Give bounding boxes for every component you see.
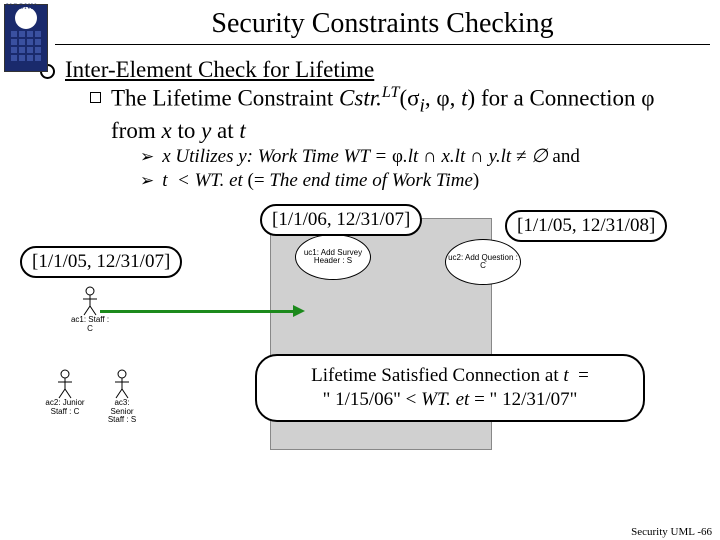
uconn-logo — [4, 4, 48, 72]
slide-footer: Security UML -66 — [631, 526, 712, 538]
sub-point-2b: t < WT. et (= The end time of Work Time) — [162, 169, 479, 193]
lifetime-pill-mid: [1/1/06, 12/31/07] — [260, 204, 422, 236]
bullet-square-icon — [90, 92, 101, 103]
sub-point-1: The Lifetime Constraint Cstr.LT(σi, φ, t… — [111, 83, 690, 145]
logo-text: UCONN — [6, 2, 37, 11]
bullet-arrow-icon: ➢ — [140, 146, 154, 167]
connection-arrow-icon — [293, 305, 305, 317]
diagram: [1/1/05, 12/31/07] [1/1/06, 12/31/07] [1… — [40, 204, 690, 474]
usecase-uc2: uc2: Add Question : C — [445, 239, 521, 285]
actor-ac3: ac3: Senior Staff : S — [102, 369, 142, 424]
section-heading: Inter-Element Check for Lifetime — [65, 57, 374, 83]
result-pill: Lifetime Satisfied Connection at t = " 1… — [255, 354, 645, 422]
bullet-arrow-icon: ➢ — [140, 170, 154, 191]
slide-title: Security Constraints Checking — [55, 0, 710, 45]
connection-line — [100, 310, 295, 313]
lifetime-pill-right: [1/1/05, 12/31/08] — [505, 210, 667, 242]
lifetime-pill-left: [1/1/05, 12/31/07] — [20, 246, 182, 278]
actor-ac2: ac2: Junior Staff : C — [45, 369, 85, 416]
sub-point-2a: x Utilizes y: Work Time WT = φ.lt ∩ x.lt… — [162, 145, 580, 169]
content-area: Inter-Element Check for Lifetime The Lif… — [0, 45, 720, 474]
